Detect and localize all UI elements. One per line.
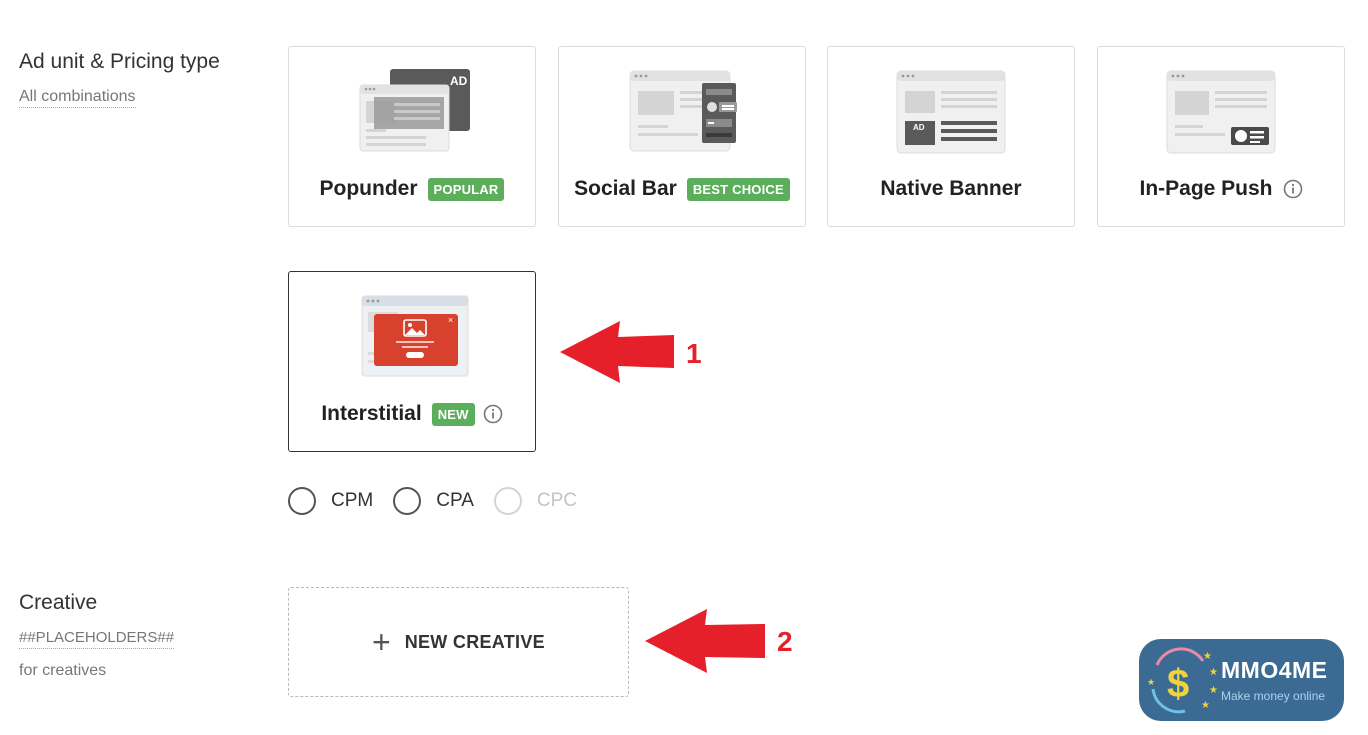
pricing-radio-cpm[interactable]: CPM bbox=[288, 487, 373, 515]
annotation-number-2: 2 bbox=[777, 626, 793, 657]
pricing-radio-cpc: CPC bbox=[493, 487, 578, 515]
creative-section-label: Creative bbox=[19, 591, 98, 614]
annotation-arrow-1 bbox=[560, 321, 674, 383]
radio-circle[interactable] bbox=[393, 487, 422, 515]
new-badge: NEW bbox=[431, 402, 475, 426]
plus-icon: + bbox=[372, 624, 391, 660]
native-banner-illustration: AD bbox=[828, 67, 1074, 157]
ad-unit-card-in-page-push[interactable]: In-Page Push bbox=[1097, 46, 1345, 227]
ad-unit-title: Popunder bbox=[319, 177, 418, 200]
native-ad-label: AD bbox=[913, 123, 925, 132]
ad-unit-card-interstitial[interactable]: × Interstitial NEW bbox=[288, 271, 536, 452]
pricing-radio-cpa[interactable]: CPA bbox=[393, 487, 474, 515]
all-combinations-text: All combinations bbox=[19, 88, 136, 108]
new-creative-label: NEW CREATIVE bbox=[404, 631, 545, 652]
placeholders-link[interactable]: ##PLACEHOLDERS## bbox=[19, 629, 175, 649]
svg-text:★: ★ bbox=[1209, 685, 1218, 696]
svg-text:×: × bbox=[448, 315, 453, 325]
info-icon[interactable] bbox=[1283, 179, 1303, 199]
info-icon[interactable] bbox=[483, 404, 503, 424]
in-page-push-illustration bbox=[1098, 67, 1344, 157]
social-bar-illustration bbox=[559, 67, 805, 157]
logo-brand-text: MMO4ME bbox=[1221, 657, 1328, 683]
for-creatives-text: for creatives bbox=[19, 662, 107, 679]
all-combinations-link[interactable]: All combinations bbox=[19, 88, 136, 108]
popular-badge: POPULAR bbox=[427, 177, 505, 201]
ad-unit-card-native-banner[interactable]: AD Native Banner bbox=[827, 46, 1075, 227]
ad-unit-title: Native Banner bbox=[880, 177, 1022, 200]
ad-unit-title: Social Bar bbox=[574, 177, 677, 200]
radio-circle[interactable] bbox=[288, 487, 316, 515]
popunder-ad-label: AD bbox=[450, 74, 468, 88]
svg-text:★: ★ bbox=[1201, 700, 1210, 711]
placeholders-text: ##PLACEHOLDERS## bbox=[19, 629, 175, 649]
ad-unit-card-popunder[interactable]: AD Popunder POPULAR bbox=[288, 46, 536, 227]
dollar-coin-icon: $ ★ ★ ★ ★ ★ bbox=[1147, 647, 1218, 714]
svg-text:★: ★ bbox=[1209, 667, 1218, 678]
ad-unit-card-social-bar[interactable]: Social Bar BEST CHOICE bbox=[558, 46, 806, 227]
svg-text:★: ★ bbox=[1203, 651, 1212, 662]
annotation-number-1: 1 bbox=[686, 338, 702, 369]
best-choice-badge: BEST CHOICE bbox=[686, 177, 790, 201]
svg-text:★: ★ bbox=[1147, 677, 1155, 687]
mmo4me-logo: $ ★ ★ ★ ★ ★ MMO4ME Make money online bbox=[1139, 639, 1344, 721]
pricing-type-group: CPM CPA CPC bbox=[288, 487, 597, 515]
interstitial-illustration: × bbox=[289, 292, 535, 382]
annotation-arrow-2 bbox=[645, 609, 765, 673]
popunder-illustration: AD bbox=[289, 67, 535, 157]
ad-unit-section-label: Ad unit & Pricing type bbox=[19, 50, 220, 73]
radio-label: CPA bbox=[436, 490, 474, 511]
new-creative-button[interactable]: + NEW CREATIVE bbox=[288, 587, 629, 697]
ad-unit-title: Interstitial bbox=[321, 402, 422, 425]
radio-circle bbox=[493, 487, 522, 515]
radio-label: CPC bbox=[536, 490, 578, 511]
logo-tagline: Make money online bbox=[1221, 689, 1326, 703]
ad-unit-title: In-Page Push bbox=[1139, 177, 1273, 200]
svg-text:$: $ bbox=[1167, 662, 1189, 706]
radio-label: CPM bbox=[331, 490, 374, 511]
